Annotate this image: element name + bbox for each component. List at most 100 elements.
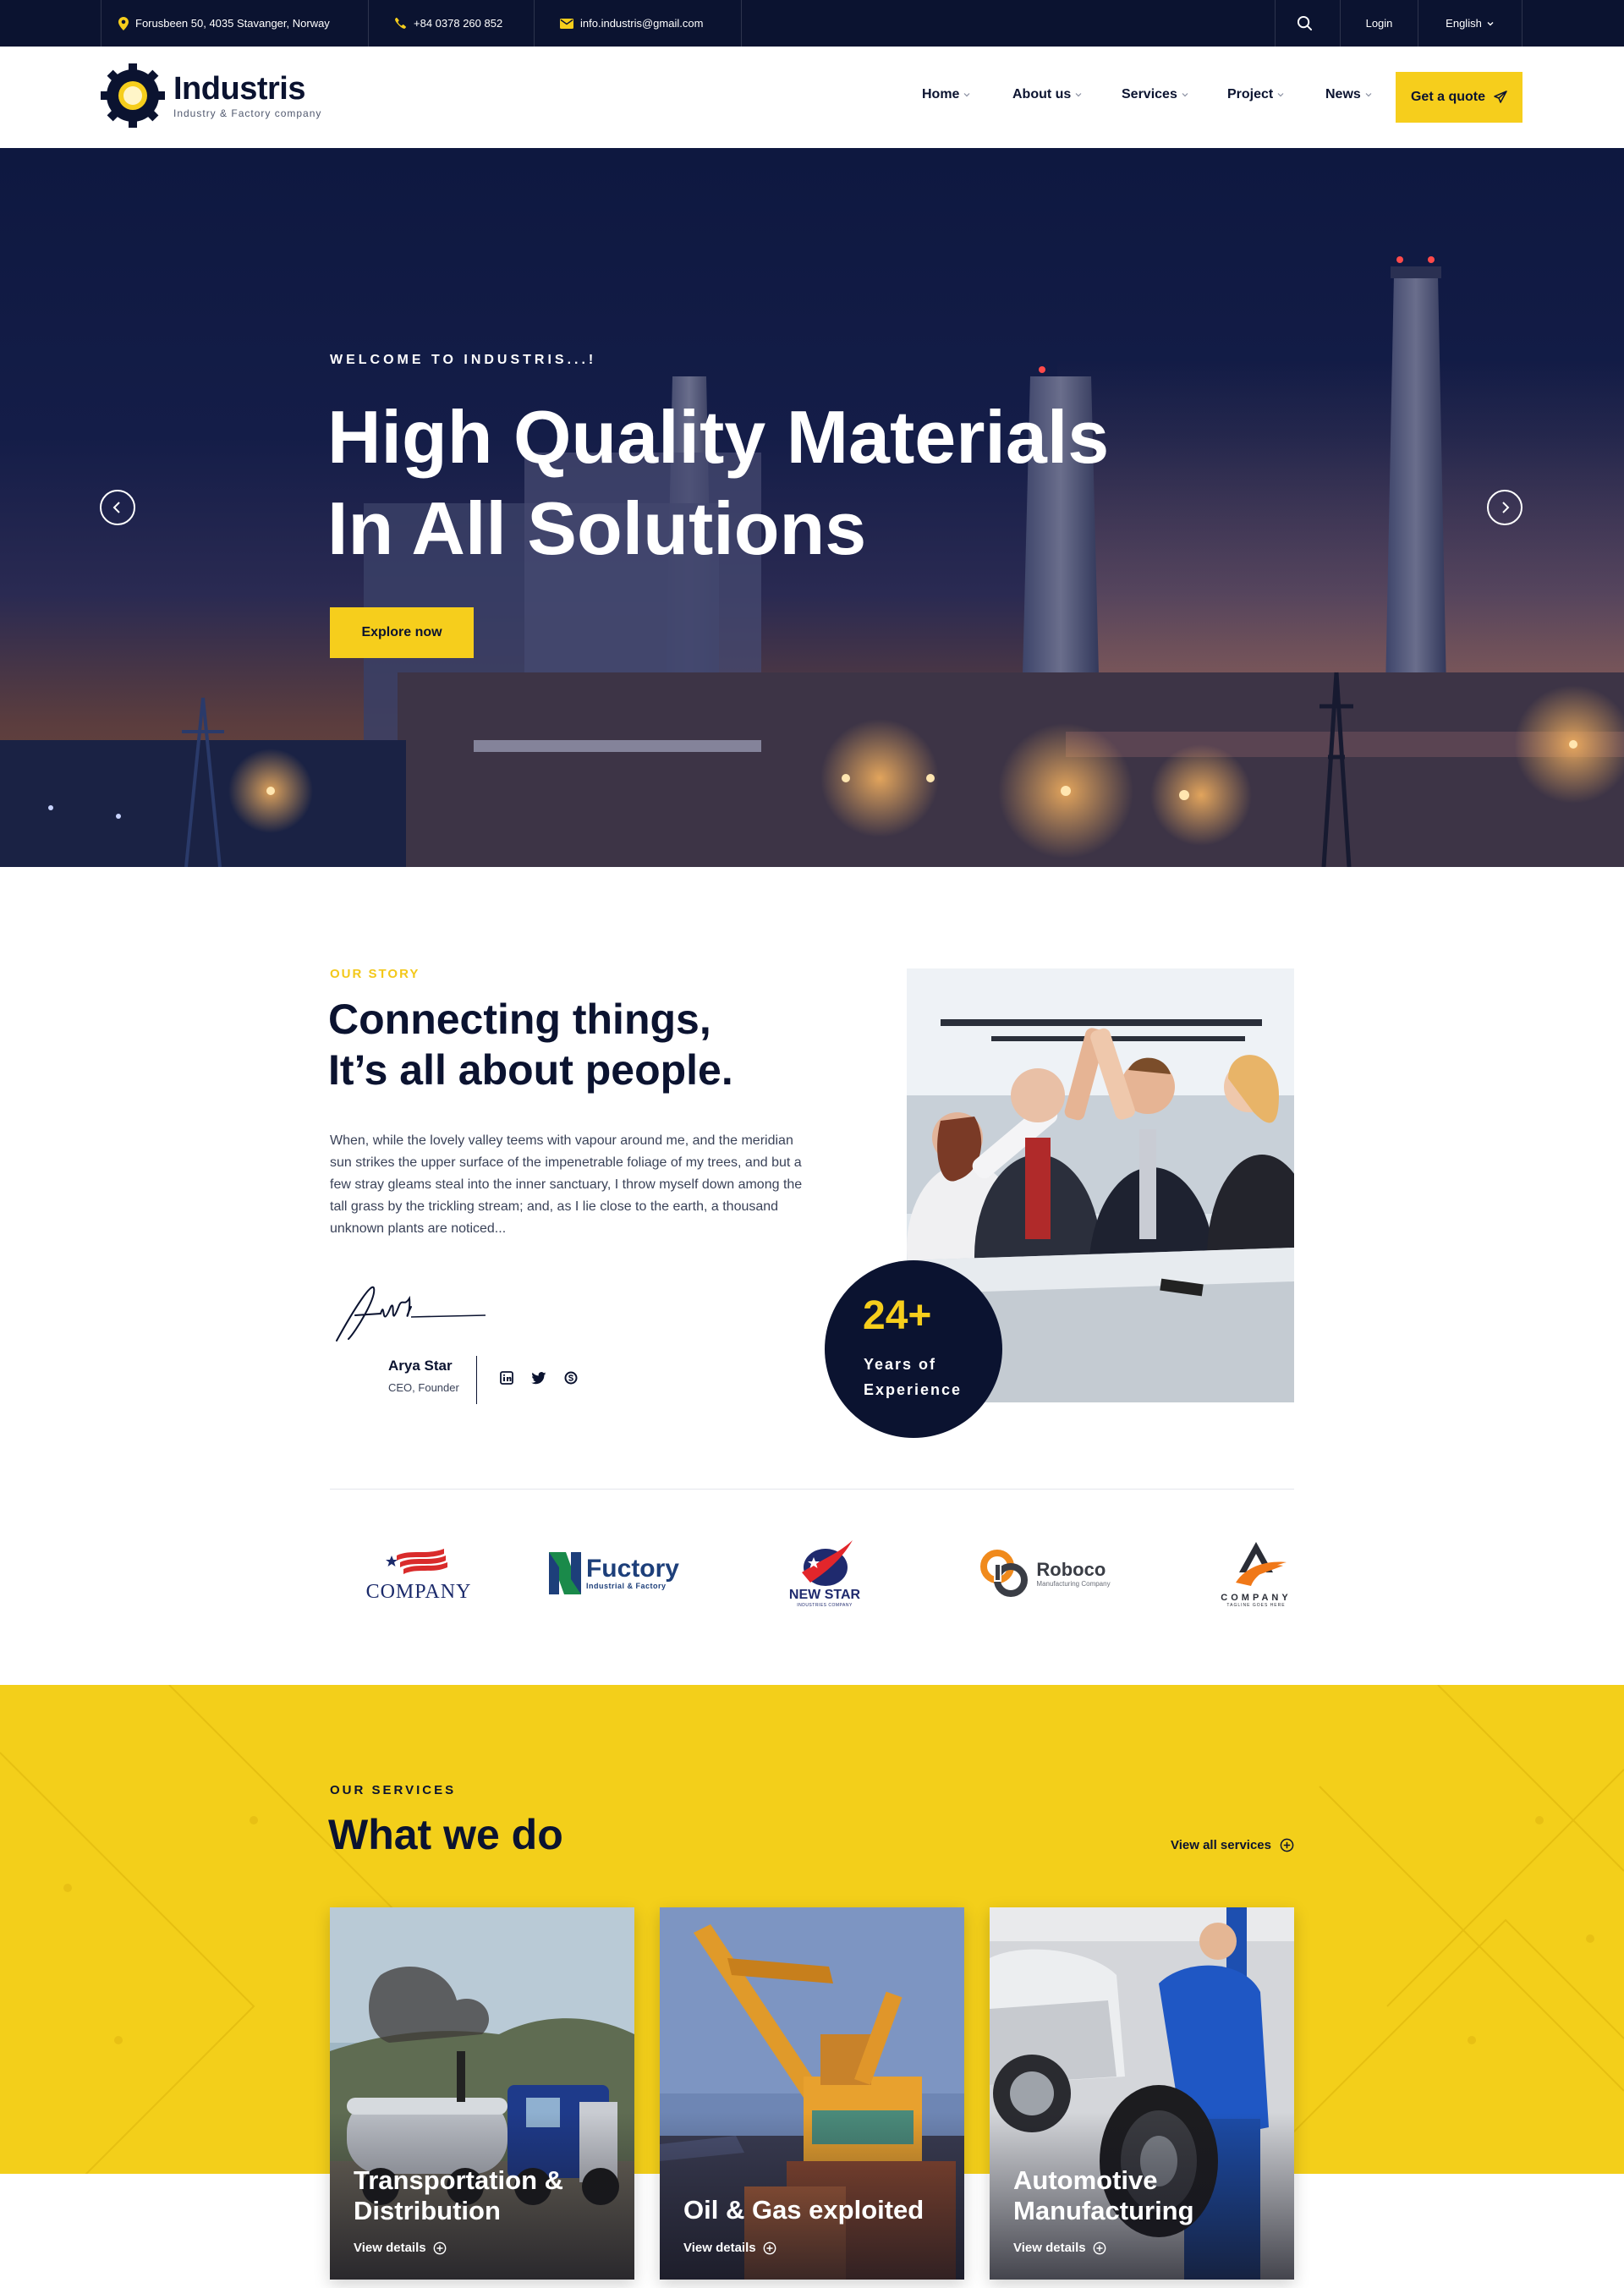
founder-info: Arya Star CEO, Founder <box>388 1358 459 1394</box>
email-text: info.industris@gmail.com <box>580 17 704 30</box>
plus-circle-icon <box>1280 1838 1294 1852</box>
services-eyebrow: OUR SERVICES <box>330 1783 457 1797</box>
skype-icon[interactable] <box>563 1370 579 1385</box>
brand-name: COMPANY <box>1221 1593 1292 1603</box>
linkedin-icon[interactable] <box>499 1370 514 1385</box>
hero-title-line1: High Quality Materials <box>327 395 1110 479</box>
phone-item[interactable]: +84 0378 260 852 <box>369 0 535 47</box>
chevron-down-icon <box>1182 93 1188 97</box>
email-item[interactable]: info.industris@gmail.com <box>535 0 742 47</box>
login-link[interactable]: Login <box>1341 0 1418 47</box>
brand-sub: TAGLINE GOES HERE <box>1226 1603 1286 1608</box>
experience-number: 24+ <box>863 1293 932 1338</box>
brand-logo[interactable]: NEW STAR INDUSTRIES COMPANY <box>761 1531 888 1616</box>
experience-badge: 24+ Years of Experience <box>825 1260 1002 1438</box>
brand-sub: Manufacturing Company <box>1036 1579 1111 1588</box>
twitter-icon[interactable] <box>531 1370 546 1385</box>
service-card-title: Oil & Gas exploited <box>683 2195 924 2225</box>
story-title: Connecting things, It’s all about people… <box>328 994 836 1095</box>
site-logo[interactable]: Industris Industry & Factory company <box>101 63 321 128</box>
brand-logo[interactable]: Fuctory Industrial & Factory <box>546 1531 681 1616</box>
section-divider <box>330 1489 1294 1490</box>
view-all-services-link[interactable]: View all services <box>1171 1838 1294 1852</box>
founder-socials <box>499 1370 579 1385</box>
service-card[interactable]: Oil & Gas exploited View details <box>660 1907 964 2280</box>
chevron-down-icon <box>1277 93 1284 97</box>
founder-signature <box>336 1286 486 1342</box>
get-quote-button[interactable]: Get a quote <box>1396 72 1522 123</box>
story-eyebrow: OUR STORY <box>330 967 420 981</box>
site-header: Industris Industry & Factory company Hom… <box>0 47 1624 148</box>
story-title-line2: It’s all about people. <box>328 1046 733 1094</box>
service-card[interactable]: Automotive Manufacturing View details <box>990 1907 1294 2280</box>
brand-name: NEW STAR <box>788 1588 861 1602</box>
login-label: Login <box>1365 17 1393 30</box>
nav-label: Project <box>1227 87 1274 102</box>
plus-circle-icon <box>1093 2241 1106 2254</box>
slider-next-button[interactable] <box>1487 490 1522 525</box>
nav-services[interactable]: Services <box>1122 87 1189 102</box>
search-icon <box>1297 15 1312 31</box>
view-details-link[interactable]: View details <box>1013 2241 1106 2255</box>
logo-tagline: Industry & Factory company <box>173 107 322 119</box>
divider <box>476 1356 477 1404</box>
chevron-down-icon <box>1075 93 1082 97</box>
experience-label: Years of Experience <box>864 1356 963 1398</box>
hero-title-line2: In All Solutions <box>327 486 867 570</box>
slider-prev-button[interactable] <box>100 490 135 525</box>
chevron-right-icon <box>1502 502 1510 513</box>
nav-label: Services <box>1122 87 1177 102</box>
story-paragraph: When, while the lovely valley teems with… <box>330 1133 803 1236</box>
language-select[interactable]: English <box>1418 0 1522 47</box>
view-details-label: View details <box>683 2241 756 2255</box>
explore-now-button[interactable]: Explore now <box>330 607 474 658</box>
view-details-link[interactable]: View details <box>683 2241 776 2255</box>
brand-name: COMPANY <box>365 1580 472 1603</box>
swoosh-star-logo-icon <box>802 1540 853 1586</box>
brand-logo[interactable]: Roboco Manufacturing Company <box>968 1531 1121 1616</box>
flag-star-logo-icon <box>386 1548 447 1574</box>
top-bar: Forusbeen 50, 4035 Stavanger, Norway +84… <box>0 0 1624 47</box>
nav-project[interactable]: Project <box>1227 87 1285 102</box>
brand-logo[interactable]: COMPANY <box>355 1531 482 1616</box>
logo-name: Industris <box>173 71 305 107</box>
services-title: What we do <box>328 1811 563 1858</box>
service-card-title: Transportation & Distribution <box>354 2165 564 2225</box>
hero-slider: WELCOME TO INDUSTRIS...! High Quality Ma… <box>0 148 1624 867</box>
chevron-down-icon <box>964 93 970 97</box>
hero-title: High Quality Materials In All Solutions <box>327 392 1173 574</box>
rings-logo-icon <box>980 1550 1029 1597</box>
view-details-label: View details <box>354 2241 426 2255</box>
brand-logo[interactable]: COMPANY TAGLINE GOES HERE <box>1210 1531 1303 1616</box>
brand-name: Roboco <box>1036 1558 1106 1580</box>
nav-about[interactable]: About us <box>1012 87 1083 102</box>
plus-circle-icon <box>763 2241 776 2254</box>
phone-text: +84 0378 260 852 <box>414 17 503 30</box>
chevron-down-icon <box>1487 21 1494 25</box>
brand-name: Fuctory <box>585 1555 679 1583</box>
nav-label: Home <box>922 87 960 102</box>
nav-label: News <box>1325 87 1361 102</box>
gear-logo-icon <box>101 63 165 128</box>
founder-name: Arya Star <box>388 1358 453 1374</box>
language-label: English <box>1446 17 1482 30</box>
nav-home[interactable]: Home <box>922 87 971 102</box>
quote-label: Get a quote <box>1410 90 1485 104</box>
brand-sub: INDUSTRIES COMPANY <box>797 1603 853 1608</box>
address-text: Forusbeen 50, 4035 Stavanger, Norway <box>135 17 330 30</box>
story-title-line1: Connecting things, <box>328 996 711 1043</box>
search-button[interactable] <box>1275 0 1341 47</box>
nav-news[interactable]: News <box>1325 87 1373 102</box>
chevron-down-icon <box>1365 93 1372 97</box>
view-all-label: View all services <box>1171 1838 1271 1852</box>
plus-circle-icon <box>433 2241 446 2254</box>
hero-eyebrow: WELCOME TO INDUSTRIS...! <box>330 353 597 367</box>
service-card-title: Automotive Manufacturing <box>1013 2165 1194 2225</box>
service-card[interactable]: Transportation & Distribution View detai… <box>330 1907 634 2280</box>
paper-plane-icon <box>1494 91 1507 103</box>
founder-role: CEO, Founder <box>388 1381 459 1394</box>
nav-label: About us <box>1012 87 1072 102</box>
phone-icon <box>395 17 406 29</box>
location-pin-icon <box>118 16 129 30</box>
view-details-link[interactable]: View details <box>354 2241 447 2255</box>
